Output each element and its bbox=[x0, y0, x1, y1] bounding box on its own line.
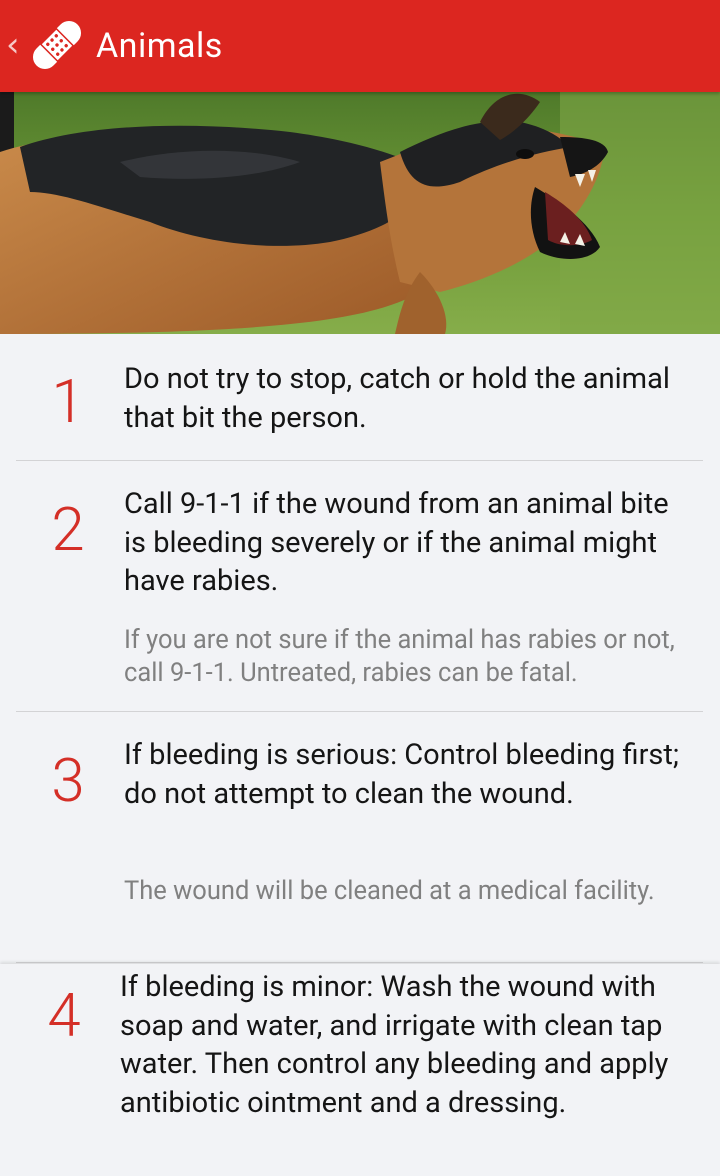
step-2: 2 Call 9-1-1 if the wound from an animal… bbox=[0, 461, 720, 711]
dog-photo bbox=[0, 92, 720, 334]
step-text: If bleeding is serious: Control bleeding… bbox=[124, 738, 680, 811]
steps-list: 1 Do not try to stop, catch or hold the … bbox=[0, 334, 720, 1176]
step-number: 2 bbox=[51, 494, 85, 565]
step-number: 3 bbox=[51, 745, 85, 816]
app-bar: ‹ Animals bbox=[0, 0, 720, 92]
step-1: 1 Do not try to stop, catch or hold the … bbox=[0, 334, 720, 460]
divider bbox=[16, 962, 703, 963]
step-text: If bleeding is minor: Wash the wound wit… bbox=[120, 970, 669, 1120]
step-text: Do not try to stop, catch or hold the an… bbox=[124, 362, 670, 435]
step-text: Call 9-1-1 if the wound from an animal b… bbox=[124, 487, 669, 598]
hero-image bbox=[0, 92, 720, 334]
step-note: The wound will be cleaned at a medical f… bbox=[124, 876, 655, 906]
bandage-icon[interactable] bbox=[26, 14, 88, 76]
step-number: 1 bbox=[51, 366, 85, 437]
step-note: If you are not sure if the animal has ra… bbox=[124, 625, 675, 688]
step-4: 4 If bleeding is minor: Wash the wound w… bbox=[0, 964, 720, 1176]
step-3: 3 If bleeding is serious: Control bleedi… bbox=[0, 712, 720, 962]
step-number: 4 bbox=[47, 980, 81, 1051]
chevron-left-icon[interactable]: ‹ bbox=[6, 28, 20, 62]
page-title: Animals bbox=[96, 26, 223, 66]
